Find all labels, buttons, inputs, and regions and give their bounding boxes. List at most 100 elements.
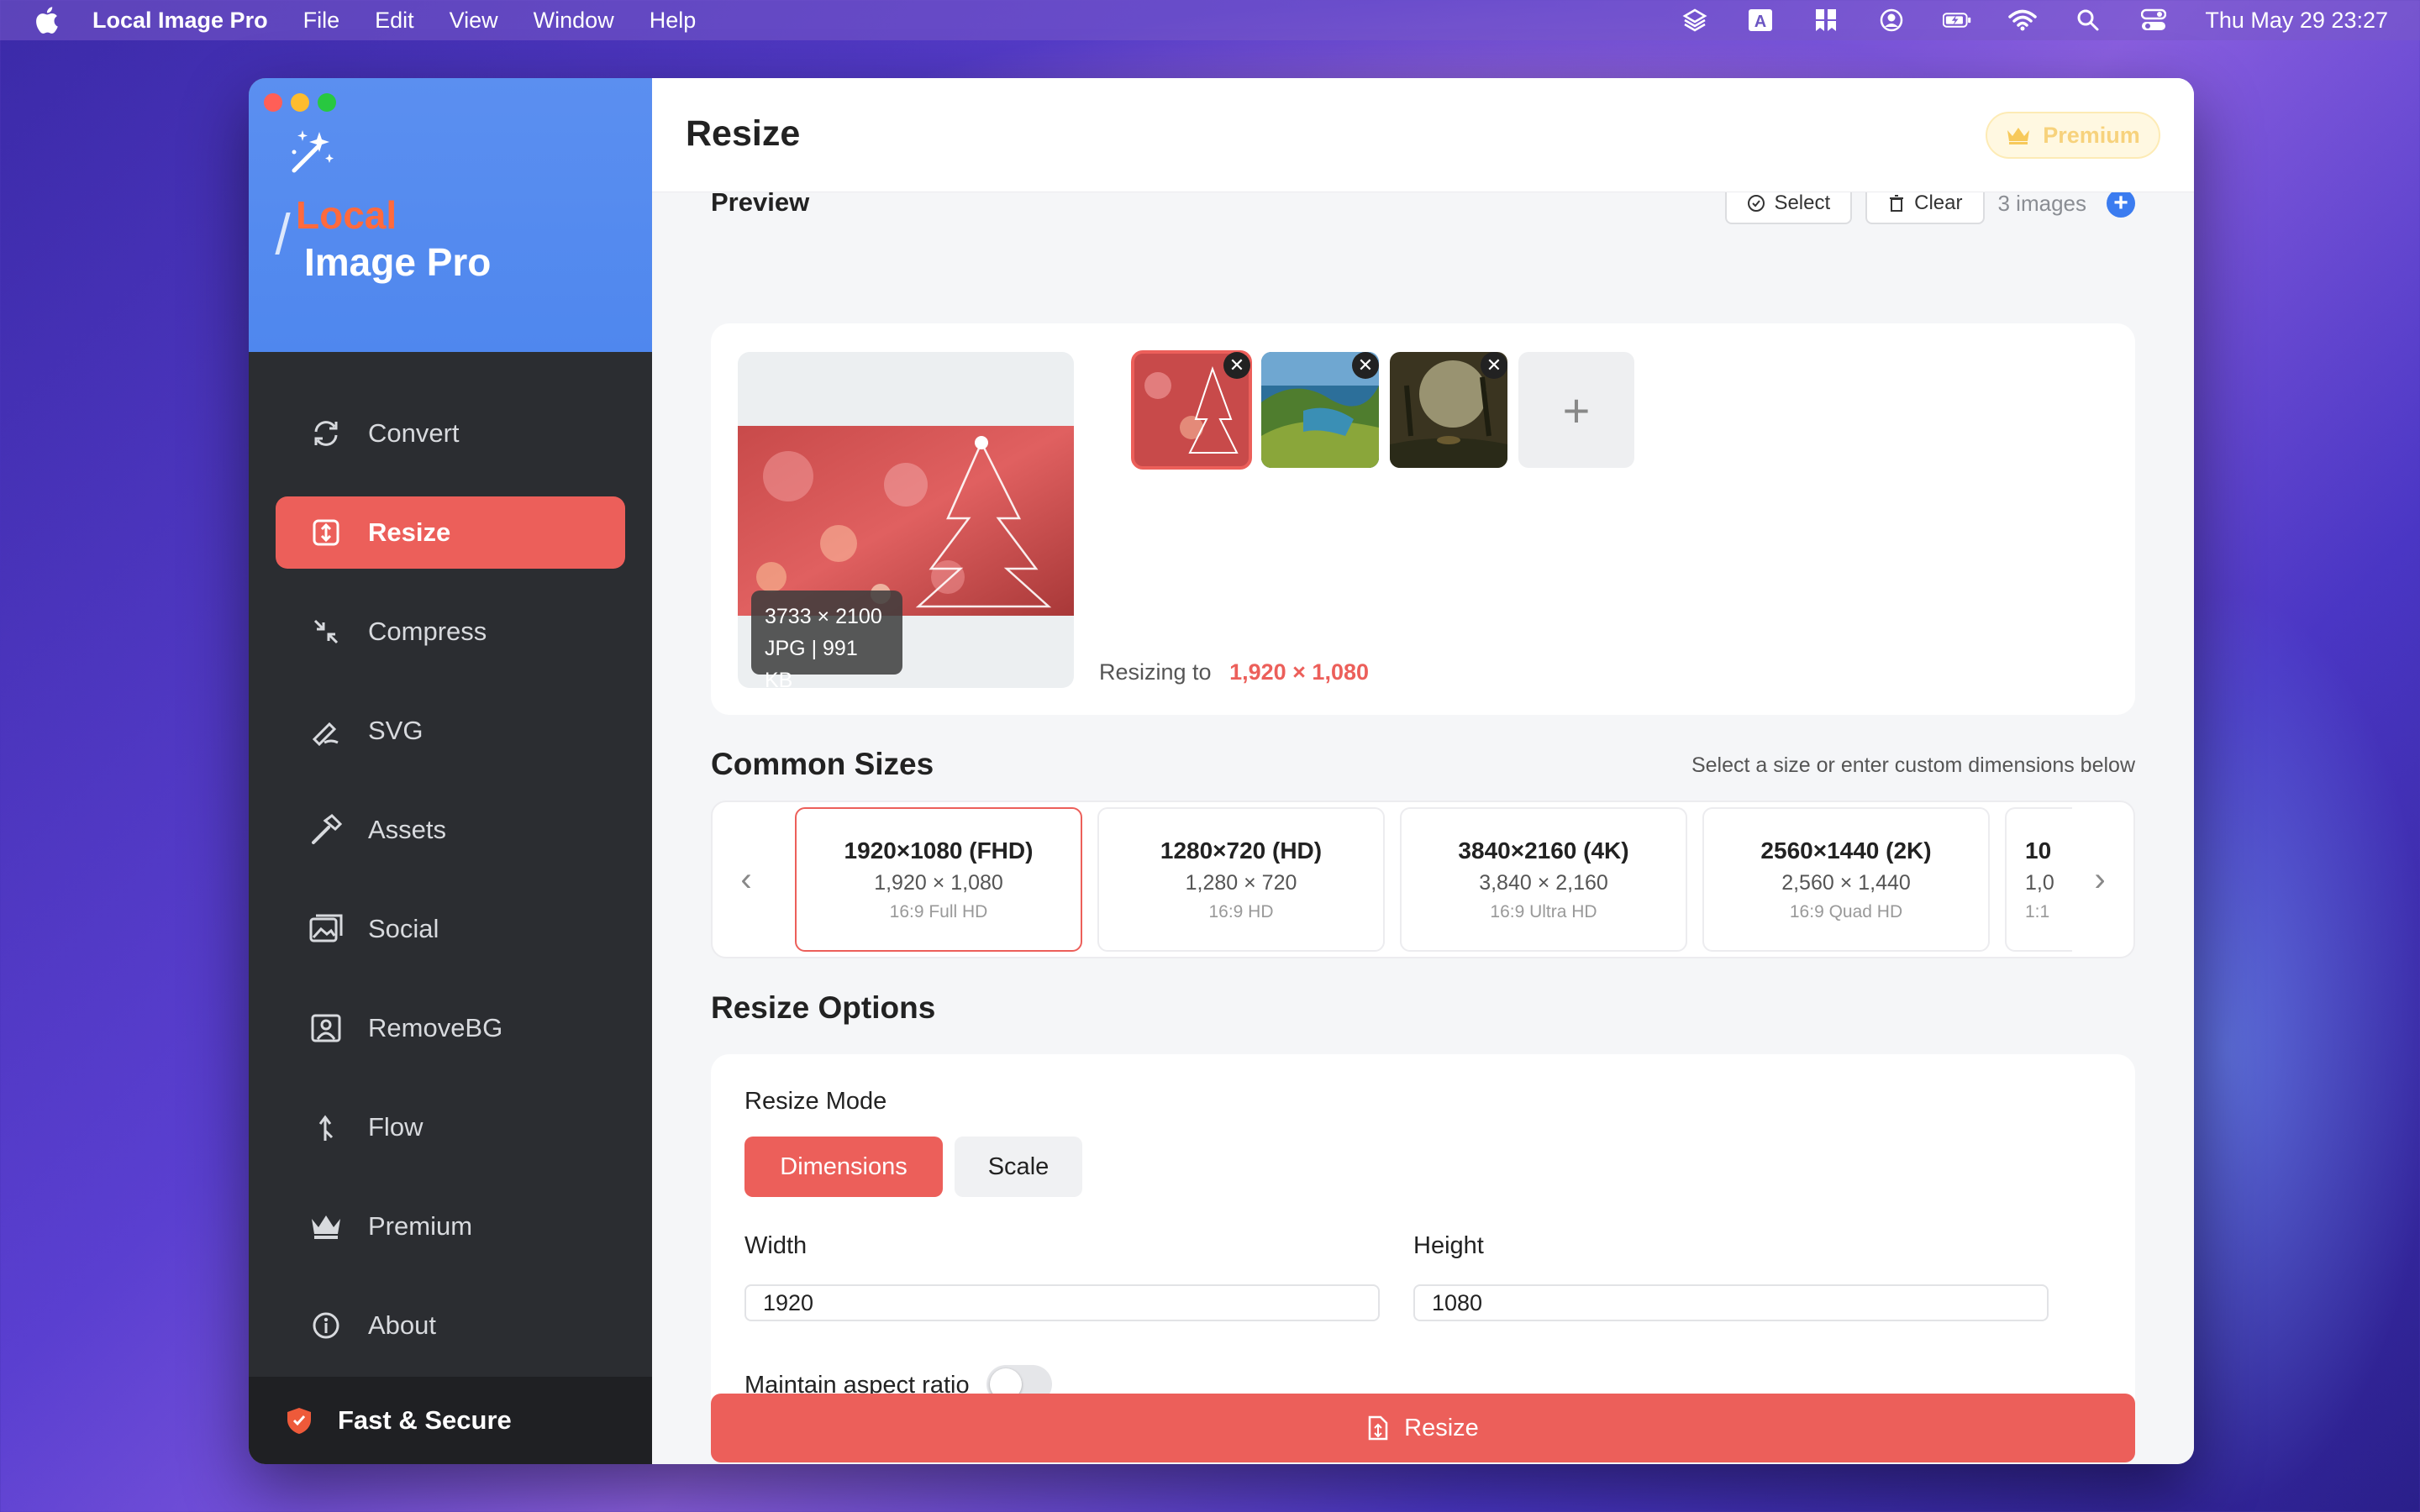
size-card[interactable]: 2560×1440 (2K) 2,560 × 1,440 16:9 Quad H… xyxy=(1702,807,1990,952)
common-sizes-carousel: ‹ 1920×1080 (FHD) 1,920 × 1,080 16:9 Ful… xyxy=(711,801,2135,958)
crown-icon xyxy=(2007,128,2030,144)
clear-label: Clear xyxy=(1914,192,1963,214)
image-dimensions: 3733 × 2100 xyxy=(765,605,882,628)
thumbnail-item[interactable]: ✕ xyxy=(1131,350,1252,470)
menubar-clock[interactable]: Thu May 29 23:27 xyxy=(2205,8,2388,34)
sidebar-item-label: RemoveBG xyxy=(368,1013,503,1042)
layers-icon[interactable] xyxy=(1681,8,1709,33)
image-count: 3 images xyxy=(1997,192,2087,216)
menu-bar: Local Image Pro File Edit View Window He… xyxy=(0,0,2420,40)
main-content: Resize Premium Preview Select Clear 3 im… xyxy=(652,78,2194,1464)
menu-edit[interactable]: Edit xyxy=(375,8,414,34)
sidebar-item-removebg[interactable]: RemoveBG xyxy=(276,992,625,1064)
control-center-icon[interactable] xyxy=(2139,8,2168,33)
zoom-window-button[interactable] xyxy=(318,93,336,112)
magic-wand-icon xyxy=(292,130,334,173)
size-card-desc: 16:9 HD xyxy=(1208,902,1274,921)
sidebar-item-label: Compress xyxy=(368,617,487,646)
sidebar-item-label: Resize xyxy=(368,517,451,547)
add-image-button[interactable]: + xyxy=(2107,192,2135,218)
trash-icon xyxy=(1890,195,1904,212)
carousel-prev-button[interactable]: ‹ xyxy=(729,854,763,905)
menu-help[interactable]: Help xyxy=(650,8,697,34)
top-bar: Resize Premium xyxy=(652,78,2194,192)
sidebar-item-label: Convert xyxy=(368,418,460,448)
size-card[interactable]: 1920×1080 (FHD) 1,920 × 1,080 16:9 Full … xyxy=(795,807,1082,952)
height-field[interactable]: 1080 xyxy=(1413,1284,2049,1321)
check-circle-icon xyxy=(1748,195,1765,212)
sidebar-item-label: Flow xyxy=(368,1112,424,1142)
sidebar-header: Local Image Pro xyxy=(249,78,652,352)
remove-thumbnail-button[interactable]: ✕ xyxy=(1481,352,1507,379)
menu-view[interactable]: View xyxy=(450,8,498,34)
menubar-app-name[interactable]: Local Image Pro xyxy=(92,8,268,34)
common-sizes-title: Common Sizes xyxy=(711,747,934,781)
compress-icon xyxy=(309,615,343,648)
sidebar-item-label: Social xyxy=(368,914,439,943)
sidebar-item-flow[interactable]: Flow xyxy=(276,1091,625,1163)
sidebar-item-convert[interactable]: Convert xyxy=(276,397,625,470)
add-thumbnail-button[interactable]: + xyxy=(1518,352,1634,468)
size-card[interactable]: 3840×2160 (4K) 3,840 × 2,160 16:9 Ultra … xyxy=(1400,807,1687,952)
remove-thumbnail-button[interactable]: ✕ xyxy=(1352,352,1379,379)
image-info-tag: 3733 × 2100 JPG | 991 KB xyxy=(751,591,902,688)
shield-icon xyxy=(287,1408,311,1434)
sidebar-item-about[interactable]: About xyxy=(276,1289,625,1362)
menu-window[interactable]: Window xyxy=(534,8,614,34)
wifi-icon[interactable] xyxy=(2008,8,2038,33)
mode-scale-button[interactable]: Scale xyxy=(955,1137,1082,1197)
user-account-icon[interactable] xyxy=(1877,8,1906,33)
clear-button[interactable]: Clear xyxy=(1865,192,1985,224)
size-card-dims: 3,840 × 2,160 xyxy=(1479,871,1608,895)
mode-dimensions-button[interactable]: Dimensions xyxy=(744,1137,943,1197)
resize-icon xyxy=(309,516,343,549)
menu-file[interactable]: File xyxy=(303,8,340,34)
page-title: Resize xyxy=(686,113,801,154)
main-image-preview: 3733 × 2100 JPG | 991 KB xyxy=(738,352,1074,688)
size-card[interactable]: 1280×720 (HD) 1,280 × 720 16:9 HD xyxy=(1097,807,1385,952)
sidebar-item-label: SVG xyxy=(368,716,424,745)
width-field[interactable]: 1920 xyxy=(744,1284,1380,1321)
sidebar-item-svg[interactable]: SVG xyxy=(276,695,625,767)
preview-card: 3733 × 2100 JPG | 991 KB ✕ ✕ ✕ + Resizin… xyxy=(711,323,2135,715)
keyboard-input-icon[interactable]: A xyxy=(1746,8,1775,33)
thumbnail-item[interactable]: ✕ xyxy=(1390,352,1507,468)
spotlight-search-icon[interactable] xyxy=(2074,8,2102,33)
sidebar-item-resize[interactable]: Resize xyxy=(276,496,625,569)
thumbnail-item[interactable]: ✕ xyxy=(1261,352,1379,468)
file-resize-icon xyxy=(1368,1415,1388,1441)
battery-icon[interactable] xyxy=(1943,8,1971,33)
select-button[interactable]: Select xyxy=(1725,192,1853,224)
sidebar-item-assets[interactable]: Assets xyxy=(276,794,625,866)
sidebar-item-social[interactable]: Social xyxy=(276,893,625,965)
minimize-window-button[interactable] xyxy=(291,93,309,112)
logo-accent-stroke xyxy=(275,213,295,255)
apple-icon[interactable] xyxy=(34,6,59,34)
resizing-to-text: Resizing to 1,920 × 1,080 xyxy=(1099,659,1369,685)
pen-icon xyxy=(309,714,343,748)
bookmark-grid-icon[interactable] xyxy=(1812,8,1840,33)
close-window-button[interactable] xyxy=(264,93,282,112)
size-card-name: 1280×720 (HD) xyxy=(1160,837,1323,864)
common-sizes-hint: Select a size or enter custom dimensions… xyxy=(1691,753,2135,777)
premium-button[interactable]: Premium xyxy=(1986,112,2160,159)
sidebar: Local Image Pro Convert Resize Compress … xyxy=(249,78,652,1464)
portrait-icon xyxy=(309,1011,343,1045)
sidebar-footer: Fast & Secure xyxy=(249,1377,652,1464)
preview-title: Preview xyxy=(711,192,810,217)
remove-thumbnail-button[interactable]: ✕ xyxy=(1223,352,1250,379)
resizing-to-label: Resizing to xyxy=(1099,659,1212,685)
sidebar-item-compress[interactable]: Compress xyxy=(276,596,625,668)
footer-tagline: Fast & Secure xyxy=(338,1405,512,1435)
size-card-name: 3840×2160 (4K) xyxy=(1458,837,1629,864)
size-card-dims: 1,280 × 720 xyxy=(1185,871,1297,895)
resize-options-title: Resize Options xyxy=(711,990,936,1025)
premium-label: Premium xyxy=(2043,122,2140,148)
resize-options-card: Resize Mode Dimensions Scale Width 1920 … xyxy=(711,1054,2135,1437)
preview-image xyxy=(738,426,1074,616)
sidebar-item-premium[interactable]: Premium xyxy=(276,1190,625,1263)
carousel-next-button[interactable]: › xyxy=(2083,854,2117,905)
size-card-partial[interactable]: 10 1,0 1:1 xyxy=(2005,807,2072,952)
crown-icon xyxy=(309,1210,343,1243)
resize-button[interactable]: Resize xyxy=(711,1394,2135,1462)
